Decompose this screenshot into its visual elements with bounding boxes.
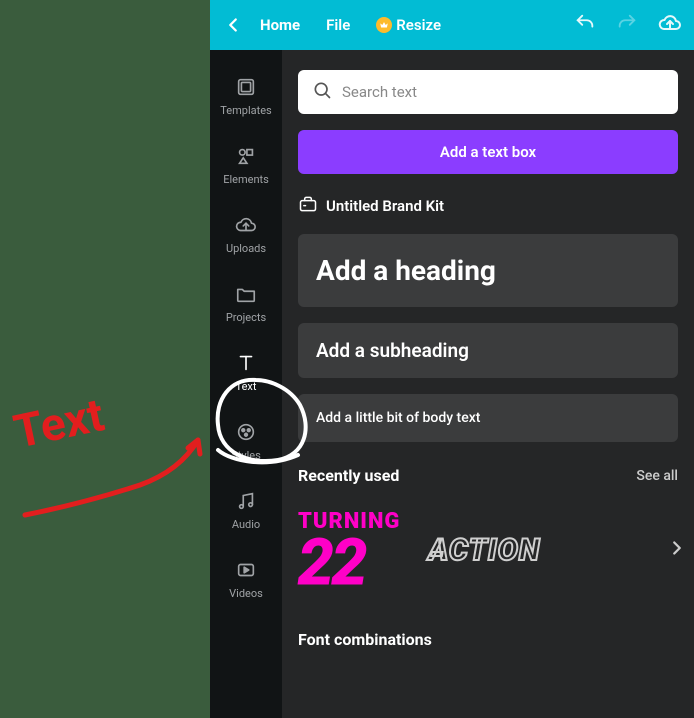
sidebar-item-label: Videos bbox=[229, 587, 263, 600]
recently-used-header: Recently used See all bbox=[298, 466, 678, 485]
app-window: Home File Resize Templ bbox=[210, 0, 694, 718]
search-box[interactable] bbox=[298, 70, 678, 114]
sidebar-item-projects[interactable]: Projects bbox=[210, 273, 282, 334]
recent-template-2[interactable]: ACTION bbox=[428, 533, 540, 568]
main-area: Templates Elements Uploads Projects bbox=[210, 50, 694, 718]
cloud-save-icon[interactable] bbox=[658, 11, 682, 39]
preset-body[interactable]: Add a little bit of body text bbox=[298, 394, 678, 442]
sidebar-item-label: Styles bbox=[231, 449, 261, 462]
uploads-icon bbox=[235, 214, 257, 236]
see-all-link[interactable]: See all bbox=[636, 468, 678, 484]
sidebar-item-label: Templates bbox=[220, 104, 271, 117]
topbar: Home File Resize bbox=[210, 0, 694, 50]
brandkit-icon bbox=[298, 194, 318, 218]
nav-home[interactable]: Home bbox=[250, 10, 310, 40]
redo-icon[interactable] bbox=[616, 12, 638, 38]
text-icon bbox=[235, 352, 257, 374]
search-icon bbox=[312, 80, 332, 104]
recent-template-1[interactable]: TURNING 22 bbox=[298, 509, 400, 592]
undo-icon[interactable] bbox=[574, 12, 596, 38]
styles-icon bbox=[235, 421, 257, 443]
audio-icon bbox=[235, 490, 257, 512]
search-input[interactable] bbox=[342, 83, 664, 101]
recently-used-row: TURNING 22 ACTION bbox=[298, 509, 678, 592]
nav-resize-label: Resize bbox=[396, 16, 441, 34]
sidebar-item-audio[interactable]: Audio bbox=[210, 480, 282, 541]
carousel-next-icon[interactable] bbox=[666, 537, 688, 563]
elements-icon bbox=[235, 145, 257, 167]
videos-icon bbox=[235, 559, 257, 581]
annotation-label: Text bbox=[9, 388, 109, 460]
back-button[interactable] bbox=[222, 14, 244, 36]
sidebar-item-label: Projects bbox=[226, 311, 266, 324]
add-textbox-button[interactable]: Add a text box bbox=[298, 130, 678, 174]
preset-subheading[interactable]: Add a subheading bbox=[298, 323, 678, 378]
brandkit-label: Untitled Brand Kit bbox=[326, 197, 444, 215]
sidebar-item-videos[interactable]: Videos bbox=[210, 549, 282, 610]
sidebar-item-templates[interactable]: Templates bbox=[210, 66, 282, 127]
sidebar-item-label: Audio bbox=[232, 518, 260, 531]
recently-used-title: Recently used bbox=[298, 466, 399, 485]
font-combinations-title: Font combinations bbox=[298, 630, 678, 649]
crown-icon bbox=[376, 17, 392, 33]
brand-kit-row[interactable]: Untitled Brand Kit bbox=[298, 194, 678, 218]
nav-resize[interactable]: Resize bbox=[366, 10, 451, 40]
text-panel: Add a text box Untitled Brand Kit Add a … bbox=[282, 50, 694, 718]
sidebar-item-elements[interactable]: Elements bbox=[210, 135, 282, 196]
sidebar-item-label: Uploads bbox=[226, 242, 266, 255]
templates-icon bbox=[235, 76, 257, 98]
sidebar-item-uploads[interactable]: Uploads bbox=[210, 204, 282, 265]
sidebar-item-text[interactable]: Text bbox=[210, 342, 282, 403]
recent-template-1-num: 22 bbox=[298, 534, 400, 592]
sidebar-item-label: Text bbox=[236, 380, 257, 393]
sidebar-item-label: Elements bbox=[223, 173, 269, 186]
preset-heading[interactable]: Add a heading bbox=[298, 234, 678, 307]
projects-icon bbox=[235, 283, 257, 305]
sidebar: Templates Elements Uploads Projects bbox=[210, 50, 282, 718]
sidebar-item-styles[interactable]: Styles bbox=[210, 411, 282, 472]
topbar-right bbox=[574, 11, 682, 39]
nav-file[interactable]: File bbox=[316, 10, 360, 40]
